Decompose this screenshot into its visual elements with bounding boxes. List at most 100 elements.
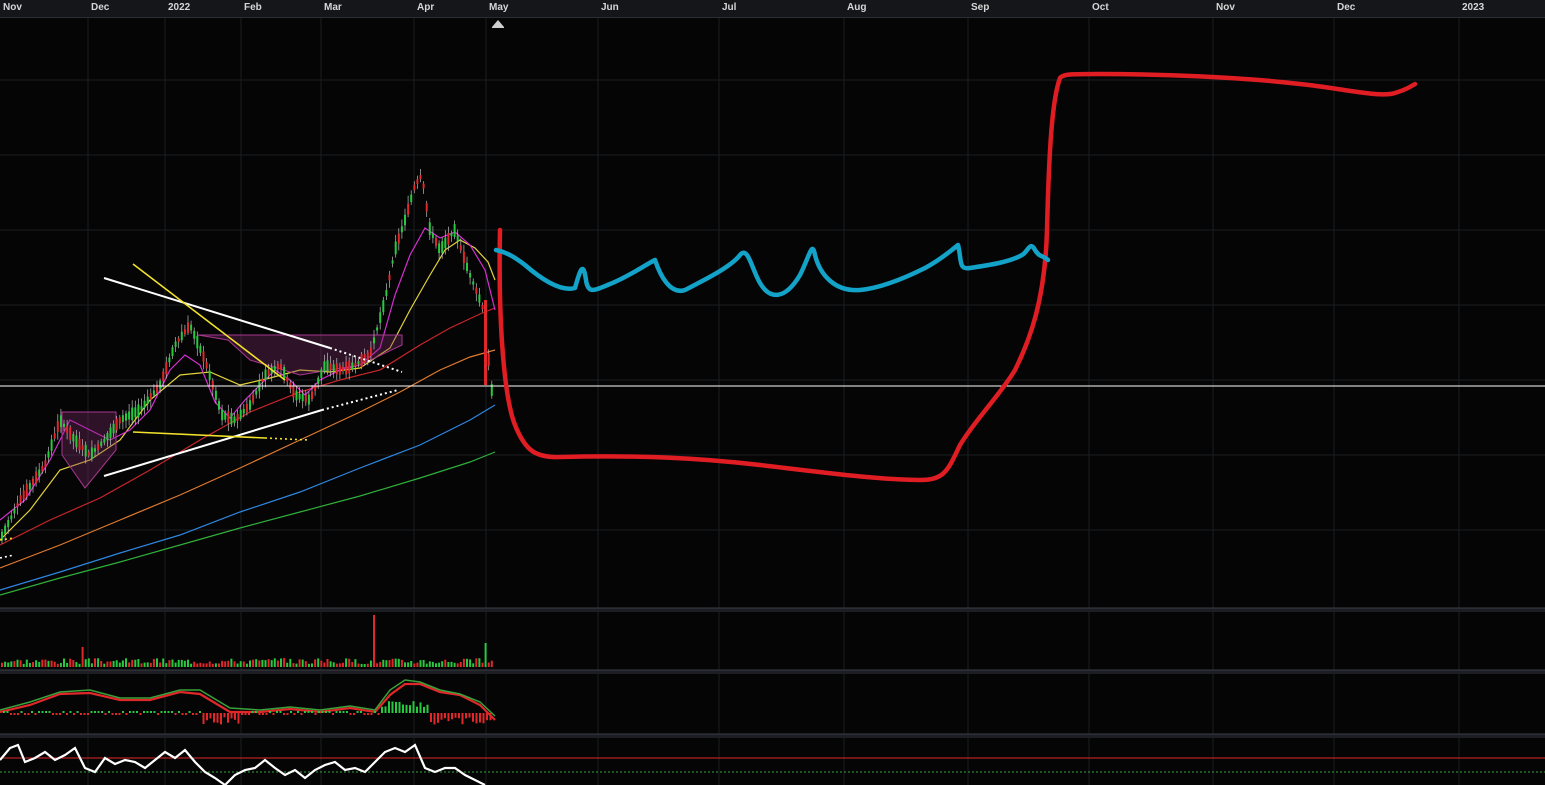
macd-histogram-bar: [255, 711, 257, 713]
candle-body: [7, 520, 10, 528]
volume-bar: [478, 658, 481, 667]
candle-body: [41, 466, 44, 472]
macd-histogram-bar: [454, 713, 457, 718]
volume-bar: [174, 662, 177, 667]
trendline-yellow-projection: [264, 437, 309, 441]
volume-bar: [462, 658, 465, 667]
volume-bar: [115, 660, 118, 667]
volume-bar: [1, 662, 3, 667]
volume-bar: [373, 615, 375, 667]
volume-bar: [90, 663, 93, 667]
macd-histogram-bar: [440, 713, 443, 720]
volume-bar: [280, 658, 282, 667]
macd-histogram-bar: [381, 706, 383, 713]
candle-body: [264, 369, 267, 380]
volume-bar: [78, 663, 81, 667]
volume-bar: [435, 663, 437, 667]
volume-bar: [196, 663, 199, 667]
volume-bar: [183, 660, 186, 667]
macd-histogram-bar: [174, 713, 177, 715]
candle-body: [369, 347, 372, 357]
volume-bar: [125, 658, 127, 667]
candle-body: [137, 404, 140, 418]
macd-histogram-bar: [111, 713, 114, 715]
candle-body: [431, 233, 434, 239]
candle-body: [373, 337, 375, 344]
volume-bar: [258, 660, 261, 667]
volume-bar: [314, 659, 317, 667]
macd-histogram-bar: [136, 711, 138, 713]
macd-histogram-bar: [465, 713, 467, 719]
volume-bar: [146, 662, 149, 667]
oscillator-line: [0, 743, 486, 785]
volume-bar: [391, 658, 394, 667]
macd-histogram-bar: [367, 713, 369, 715]
stock-chart[interactable]: [0, 0, 1545, 785]
candle-body: [103, 438, 106, 443]
candle-body: [410, 194, 413, 203]
volume-bar: [205, 663, 208, 667]
volume-bar: [270, 660, 273, 667]
macd-histogram-bar: [178, 711, 180, 713]
macd-histogram-bar: [202, 713, 205, 725]
candle-body: [28, 482, 31, 490]
volume-bar: [289, 658, 292, 667]
candle-body: [351, 362, 354, 370]
trendline-white-stub: [0, 554, 15, 559]
candle-body: [416, 179, 419, 184]
volume-bar: [211, 663, 214, 667]
macd-histogram-bar: [220, 713, 222, 725]
candle-body: [221, 409, 224, 421]
volume-bar: [149, 662, 152, 667]
volume-bar: [81, 647, 84, 667]
volume-bar: [481, 662, 484, 667]
trendline-lower-projection: [321, 389, 399, 411]
macd-histogram-bar: [314, 713, 317, 715]
volume-bar: [490, 660, 493, 667]
candle-body: [4, 525, 7, 534]
candle-body: [475, 287, 478, 294]
candle-body: [345, 361, 348, 375]
candle-body: [329, 363, 332, 371]
volume-bar: [441, 661, 444, 667]
candle-body: [13, 508, 16, 514]
candle-body: [187, 322, 189, 333]
volume-bar: [69, 658, 72, 667]
volume-bar: [208, 661, 211, 667]
volume-bar: [425, 663, 428, 667]
volume-bar: [379, 661, 382, 667]
candle-body: [199, 345, 202, 353]
volume-bar: [10, 661, 13, 667]
macd-histogram-bar: [20, 711, 23, 713]
candle-body: [224, 412, 227, 420]
moving-average-line: [0, 227, 496, 521]
candle-body: [360, 354, 363, 368]
volume-bar: [131, 659, 134, 667]
candle-body: [227, 411, 230, 424]
macd-histogram-bar: [94, 711, 96, 713]
macd-histogram-bar: [391, 701, 394, 713]
volume-bar: [301, 659, 304, 667]
volume-bar: [444, 659, 447, 667]
candle-body: [214, 390, 217, 400]
volume-bar: [180, 659, 183, 667]
candle-body: [159, 380, 162, 389]
volume-bar: [47, 660, 50, 667]
candle-body: [16, 503, 19, 507]
candle-body: [388, 274, 391, 281]
volume-bar: [273, 658, 276, 667]
macd-histogram-bar: [321, 711, 324, 713]
volume-bar: [469, 659, 472, 667]
macd-histogram-bar: [384, 706, 387, 713]
volume-bar: [202, 663, 205, 667]
candle-body: [394, 241, 397, 255]
macd-histogram-bar: [223, 713, 226, 718]
macd-histogram-bar: [185, 713, 187, 715]
volume-bar: [311, 663, 313, 667]
candle-body: [193, 330, 196, 339]
candle-body: [478, 294, 481, 303]
candle-body: [32, 478, 34, 486]
macd-histogram-bar: [195, 713, 198, 715]
volume-bar: [400, 659, 403, 667]
candle-body: [128, 411, 131, 420]
